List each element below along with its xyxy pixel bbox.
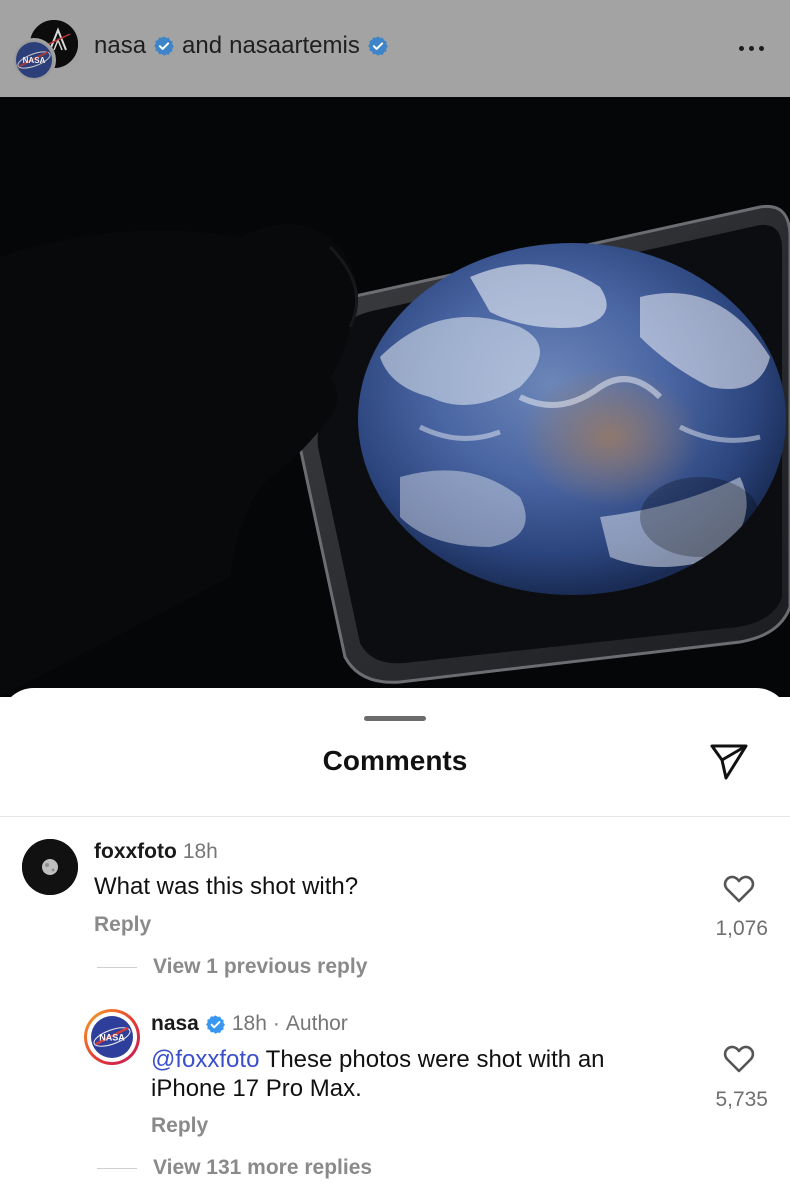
earth-window-image [0, 97, 790, 697]
reply-button[interactable]: Reply [94, 913, 151, 937]
verified-badge-icon [154, 36, 174, 56]
comment-username[interactable]: nasa [151, 1012, 199, 1036]
author-label: Author [285, 1012, 348, 1035]
view-replies-label: View 1 previous reply [153, 955, 368, 978]
comment-text: What was this shot with? [94, 873, 359, 900]
like-count: 1,076 [715, 917, 768, 940]
owner-joiner: and [182, 32, 223, 59]
story-ring-avatar[interactable]: NASA [84, 1009, 140, 1065]
view-replies-button[interactable]: View 1 previous reply [97, 955, 367, 979]
sheet-divider [0, 816, 790, 817]
view-replies-label: View 131 more replies [153, 1156, 373, 1179]
avatar[interactable] [22, 839, 78, 895]
comment-meta: nasa 18h · Author [151, 1012, 348, 1036]
collaborator-username[interactable]: nasaartemis [229, 32, 360, 60]
post-owners: nasa and nasaartemis [94, 32, 389, 60]
nasa-avatar[interactable]: NASA [12, 38, 56, 82]
verified-badge-icon [205, 1014, 225, 1034]
view-replies-button[interactable]: View 131 more replies [97, 1156, 372, 1180]
like-count: 5,735 [715, 1088, 768, 1111]
meta-separator: · [272, 1012, 280, 1035]
verified-badge-icon [367, 36, 388, 56]
share-send-icon[interactable] [706, 738, 752, 784]
post-photo[interactable] [0, 97, 790, 697]
heart-icon[interactable] [722, 1044, 756, 1074]
owner-username[interactable]: nasa [94, 32, 146, 60]
comment-time: 18h [182, 840, 218, 863]
comment-time: 18h [231, 1012, 267, 1035]
sheet-grabber[interactable] [364, 716, 426, 721]
sheet-title: Comments [322, 745, 468, 776]
comment-text: @foxxfoto These photos were shot with an… [151, 1045, 671, 1103]
comment-meta: foxxfoto 18h [94, 840, 218, 864]
more-options-icon[interactable] [732, 34, 770, 62]
mention-link[interactable]: @foxxfoto [151, 1046, 259, 1073]
heart-icon[interactable] [722, 874, 756, 904]
comments-sheet: Comments foxxfoto 18h What was this shot… [0, 688, 790, 1200]
collab-avatars[interactable]: NASA [12, 18, 80, 82]
nasa-logo-text: NASA [23, 56, 46, 65]
comment-username[interactable]: foxxfoto [94, 840, 177, 864]
nasa-logo-text: NASA [99, 1033, 125, 1043]
reply-button[interactable]: Reply [151, 1114, 208, 1138]
post-header: NASA nasa and nasaartemis [0, 0, 790, 97]
